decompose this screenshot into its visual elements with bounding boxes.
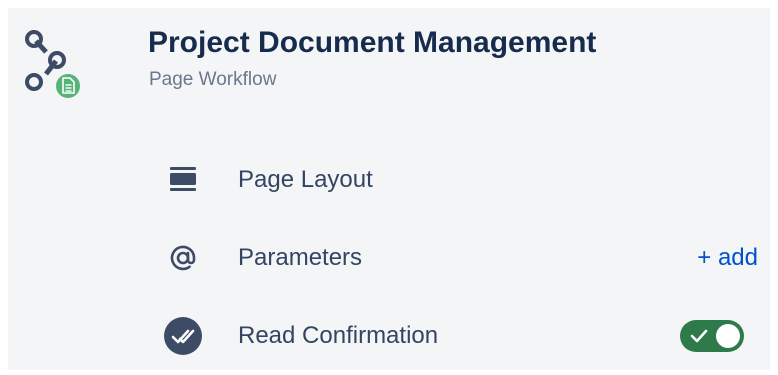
menu-item-label: Read Confirmation [238,322,439,349]
menu-item-parameters[interactable]: Parameters + add [158,236,758,280]
read-confirmation-toggle[interactable] [680,320,744,352]
menu-item-read-confirmation[interactable]: Read Confirmation [158,314,758,358]
check-icon [690,329,708,343]
toggle-knob [716,324,740,348]
workflow-document-icon [22,30,84,102]
workflow-panel: Project Document Management Page Workflo… [8,8,770,370]
layout-icon [158,158,208,202]
at-sign-icon [158,236,208,280]
page-title: Project Document Management [148,26,597,59]
add-parameter-link[interactable]: + add [697,244,758,272]
menu-item-label: Page Layout [238,166,373,193]
menu-item-label: Parameters [238,244,363,271]
page-subtitle: Page Workflow [149,69,277,90]
double-check-icon [158,314,208,358]
menu-item-page-layout[interactable]: Page Layout [158,158,758,202]
